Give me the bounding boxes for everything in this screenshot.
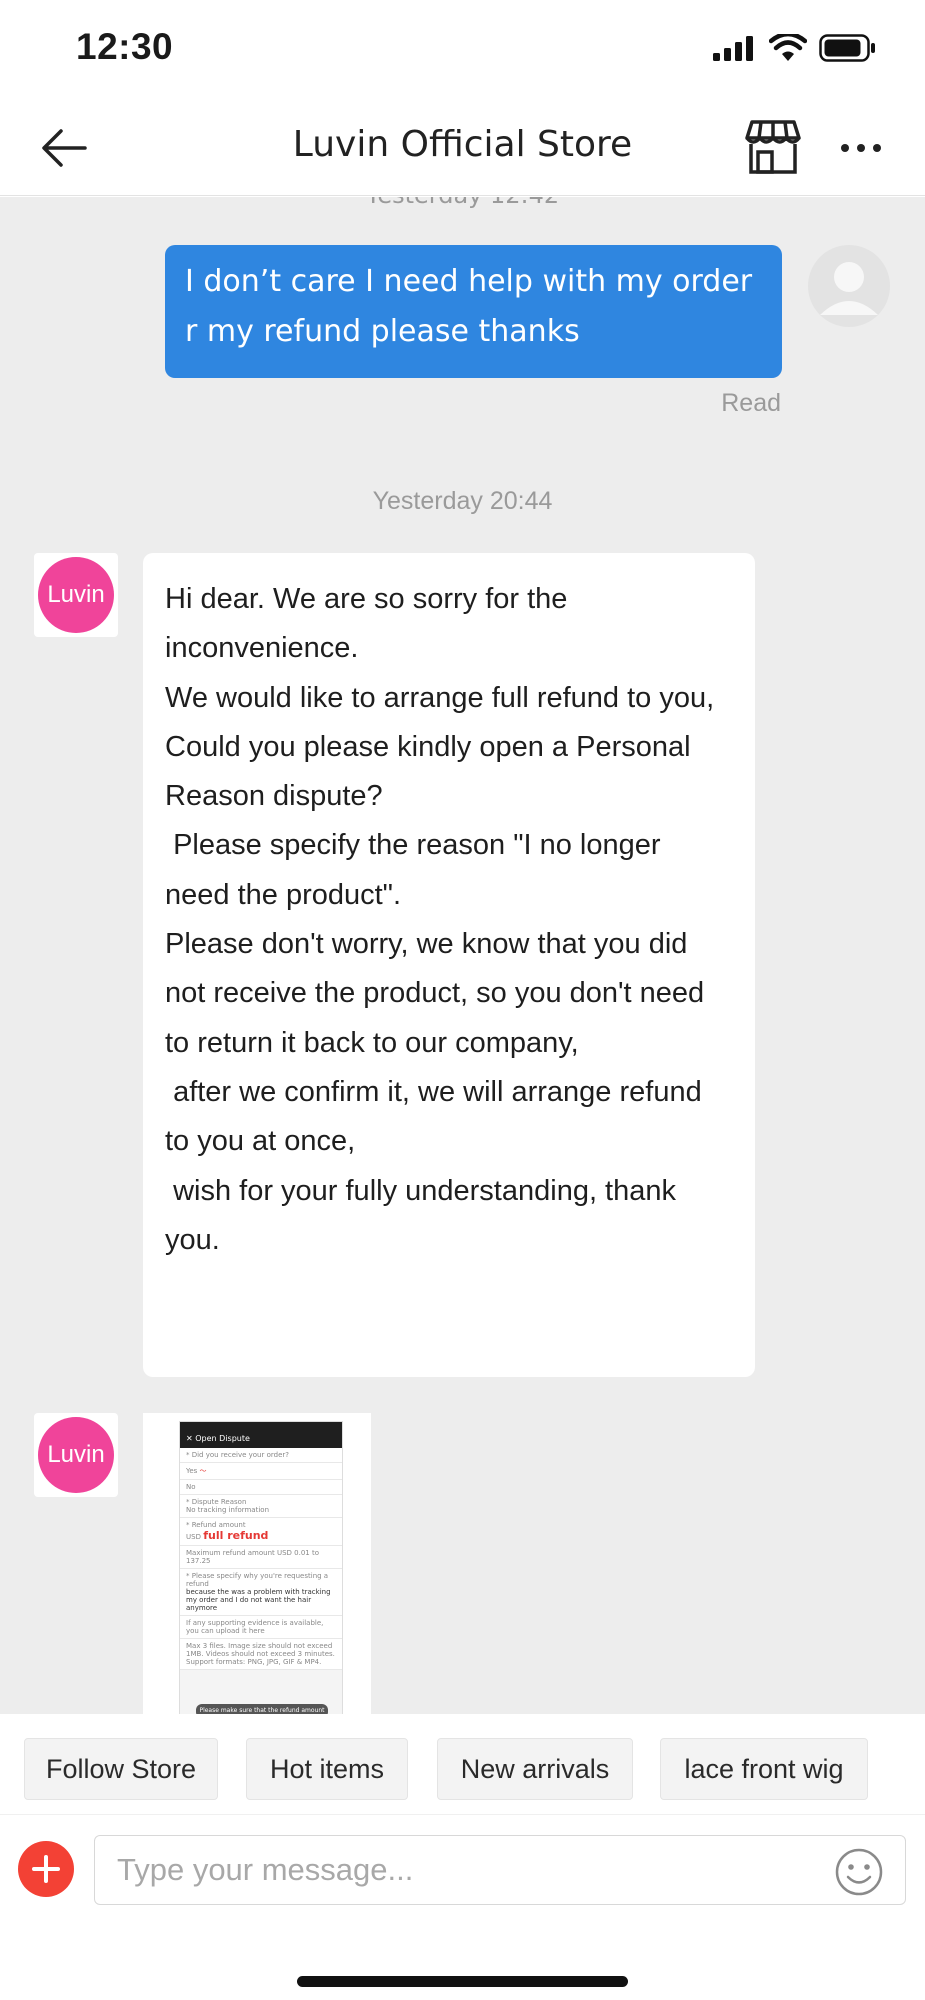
status-bar: 12:30 (0, 0, 925, 100)
screenshot-row: * Did you receive your order? (180, 1448, 342, 1463)
wifi-icon (769, 34, 807, 61)
timestamp: Yesterday 20:44 (372, 487, 553, 515)
screenshot-label: * Dispute Reason (186, 1498, 247, 1506)
screenshot-row: Yes 〜 (180, 1463, 342, 1480)
scribble-mark: 〜 (199, 1467, 207, 1475)
home-area (0, 1918, 925, 2000)
message-composer (0, 1814, 925, 1918)
image-message[interactable]: ✕ Open Dispute * Did you receive your or… (143, 1413, 371, 1714)
incoming-message[interactable]: Hi dear. We are so sorry for the inconve… (143, 553, 755, 1377)
screenshot-row: * Please specify why you're requesting a… (180, 1569, 342, 1616)
chip-hot-items[interactable]: Hot items (246, 1738, 408, 1800)
more-horizontal-icon-dot (857, 144, 865, 152)
handwritten-annotation: full refund (203, 1529, 269, 1542)
store-logo: Luvin (38, 557, 114, 633)
screenshot-row: If any supporting evidence is available,… (180, 1616, 342, 1639)
screenshot-title: Open Dispute (195, 1434, 250, 1443)
outgoing-message[interactable]: I don’t care I need help with my order r… (165, 245, 782, 378)
status-icons (713, 34, 877, 62)
read-status: Read (721, 389, 781, 417)
quick-actions-bar: Follow Store Hot items New arrivals lace… (0, 1714, 925, 1814)
chat-thread[interactable]: Yesterday 12:42 I don’t care I need help… (0, 197, 925, 1714)
chip-lace-front-wig[interactable]: lace front wig (660, 1738, 868, 1800)
screenshot-currency: USD (186, 1533, 201, 1541)
add-button[interactable] (18, 1841, 74, 1897)
message-input[interactable] (94, 1835, 906, 1905)
screenshot-thumbnail: ✕ Open Dispute * Did you receive your or… (179, 1421, 343, 1714)
chip-new-arrivals[interactable]: New arrivals (437, 1738, 633, 1800)
screenshot-label: * Please specify why you're requesting a… (186, 1572, 329, 1588)
home-indicator[interactable] (297, 1976, 628, 1987)
avatar[interactable] (808, 245, 890, 327)
signal-icon (713, 36, 753, 61)
screenshot-option: Yes (186, 1467, 198, 1475)
store-avatar[interactable]: Luvin (34, 1413, 118, 1497)
storefront-icon (745, 120, 801, 174)
chat-header: Luvin Official Store (0, 100, 925, 196)
screenshot-label: * Refund amount (186, 1521, 246, 1529)
store-button[interactable] (744, 118, 802, 176)
screenshot-value: No tracking information (186, 1506, 270, 1514)
more-button[interactable] (836, 126, 886, 170)
screenshot-row: * Refund amount USD full refund (180, 1518, 342, 1546)
screenshot-row: * Dispute Reason No tracking information (180, 1495, 342, 1518)
more-horizontal-icon-dot (841, 144, 849, 152)
screenshot-header: ✕ Open Dispute (180, 1422, 342, 1448)
screenshot-toast: Please make sure that the refund amount (196, 1704, 328, 1714)
store-logo: Luvin (38, 1417, 114, 1493)
screenshot-value: because the was a problem with tracking … (186, 1588, 331, 1612)
emoji-button[interactable] (834, 1847, 884, 1897)
smiley-icon (835, 1848, 883, 1896)
store-avatar[interactable]: Luvin (34, 553, 118, 637)
timestamp: Yesterday 12:42 (0, 197, 925, 209)
chip-follow-store[interactable]: Follow Store (24, 1738, 218, 1800)
status-time: 12:30 (76, 26, 174, 67)
screenshot-row: Max 3 files. Image size should not excee… (180, 1639, 342, 1670)
more-horizontal-icon-dot (873, 144, 881, 152)
battery-icon (819, 34, 875, 62)
user-avatar-icon (820, 262, 878, 315)
screenshot-row: No (180, 1480, 342, 1495)
screenshot-row: Maximum refund amount USD 0.01 to 137.25 (180, 1546, 342, 1569)
plus-icon (32, 1855, 60, 1883)
